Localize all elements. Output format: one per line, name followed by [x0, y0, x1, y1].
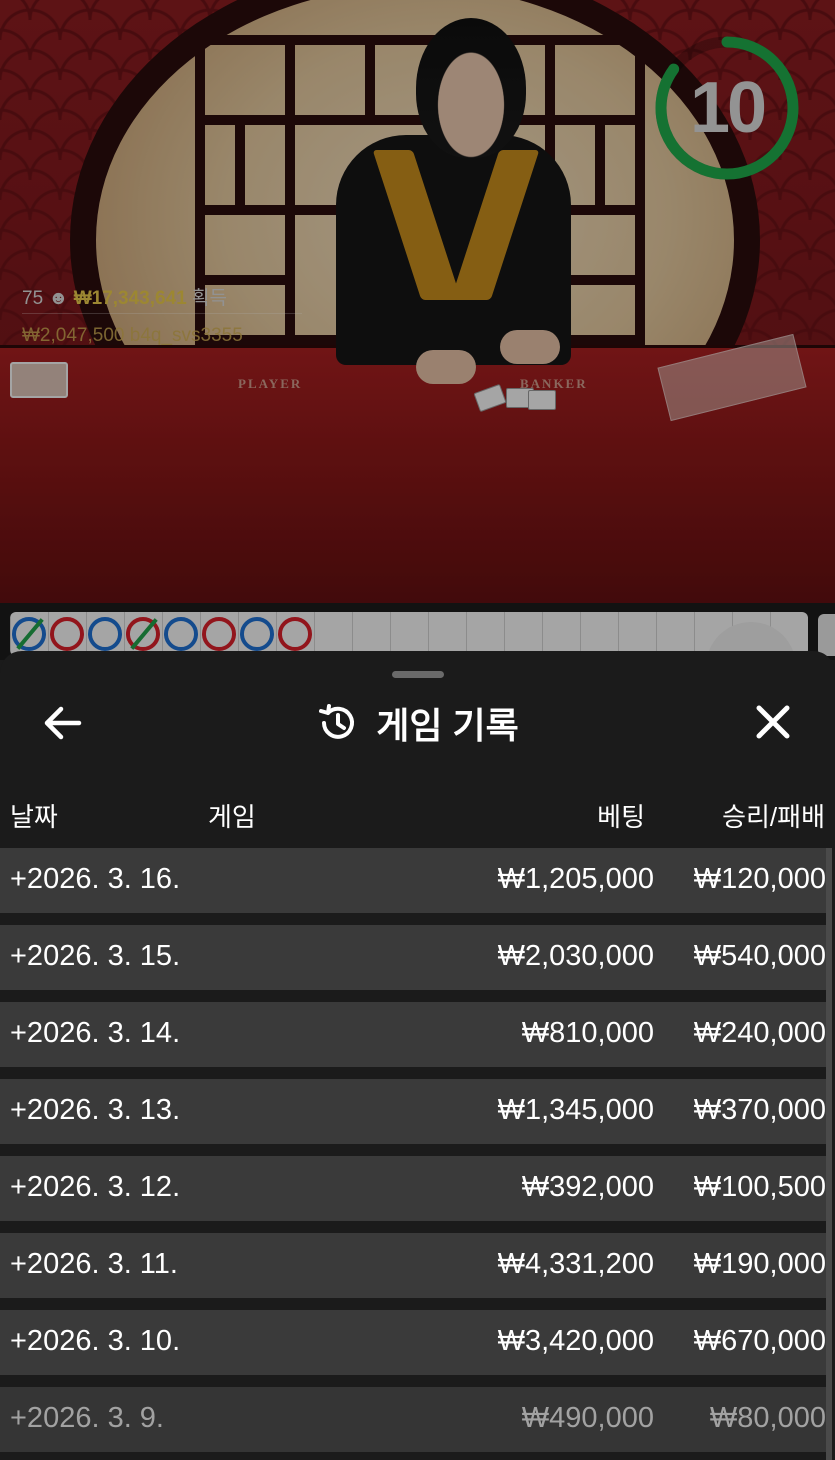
- column-header-win-loss: 승리/패배: [722, 802, 825, 832]
- row-date: +2026. 3. 9.: [10, 1402, 164, 1434]
- row-bet: ₩810,000: [521, 1017, 654, 1049]
- row-bet: ₩2,030,000: [497, 940, 654, 972]
- row-win-loss: ₩240,000: [693, 1017, 826, 1049]
- row-bet: ₩490,000: [521, 1402, 654, 1434]
- row-date: +2026. 3. 10.: [10, 1325, 181, 1357]
- row-bet: ₩1,345,000: [497, 1094, 654, 1126]
- sheet-drag-handle[interactable]: [392, 671, 444, 678]
- row-win-loss: ₩80,000: [709, 1402, 826, 1434]
- history-row[interactable]: +2026. 3. 9. ₩490,000 ₩80,000: [0, 1387, 826, 1452]
- sheet-title: 게임 기록: [376, 705, 519, 746]
- row-win-loss: ₩670,000: [693, 1325, 826, 1357]
- column-header-date: 날짜: [10, 802, 58, 832]
- history-row[interactable]: +2026. 3. 15. ₩2,030,000 ₩540,000: [0, 925, 826, 990]
- history-scrollbar[interactable]: [826, 848, 832, 1460]
- close-button[interactable]: [748, 699, 798, 745]
- history-row[interactable]: +2026. 3. 13. ₩1,345,000 ₩370,000: [0, 1079, 826, 1144]
- row-win-loss: ₩120,000: [693, 863, 826, 895]
- history-row[interactable]: +2026. 3. 11. ₩4,331,200 ₩190,000: [0, 1233, 826, 1298]
- row-date: +2026. 3. 12.: [10, 1171, 181, 1203]
- row-date: +2026. 3. 14.: [10, 1017, 181, 1049]
- row-date: +2026. 3. 11.: [10, 1248, 178, 1280]
- history-icon: [319, 704, 355, 739]
- history-row[interactable]: +2026. 3. 14. ₩810,000 ₩240,000: [0, 1002, 826, 1067]
- row-date: +2026. 3. 15.: [10, 940, 181, 972]
- row-win-loss: ₩540,000: [693, 940, 826, 972]
- sheet-header: 게임 기록: [0, 695, 835, 751]
- column-header-bet: 베팅: [597, 802, 645, 832]
- row-date: +2026. 3. 16.: [10, 863, 181, 895]
- history-list: +2026. 3. 16. ₩1,205,000 ₩120,000 +2026.…: [0, 848, 826, 1460]
- close-icon: [756, 705, 790, 739]
- history-row[interactable]: +2026. 3. 12. ₩392,000 ₩100,500: [0, 1156, 826, 1221]
- row-win-loss: ₩370,000: [693, 1094, 826, 1126]
- row-bet: ₩1,205,000: [497, 863, 654, 895]
- row-bet: ₩3,420,000: [497, 1325, 654, 1357]
- row-date: +2026. 3. 13.: [10, 1094, 181, 1126]
- history-row[interactable]: +2026. 3. 16. ₩1,205,000 ₩120,000: [0, 848, 826, 913]
- backdrop-dim[interactable]: [0, 0, 835, 660]
- row-win-loss: ₩100,500: [693, 1171, 826, 1203]
- game-history-sheet: 게임 기록 날짜 게임 베팅 승리/패배 +2026. 3. 16. ₩1,20…: [0, 651, 835, 1460]
- row-bet: ₩4,331,200: [497, 1248, 654, 1280]
- row-win-loss: ₩190,000: [693, 1248, 826, 1280]
- history-row[interactable]: +2026. 3. 10. ₩3,420,000 ₩670,000: [0, 1310, 826, 1375]
- row-bet: ₩392,000: [521, 1171, 654, 1203]
- column-header-game: 게임: [208, 802, 256, 832]
